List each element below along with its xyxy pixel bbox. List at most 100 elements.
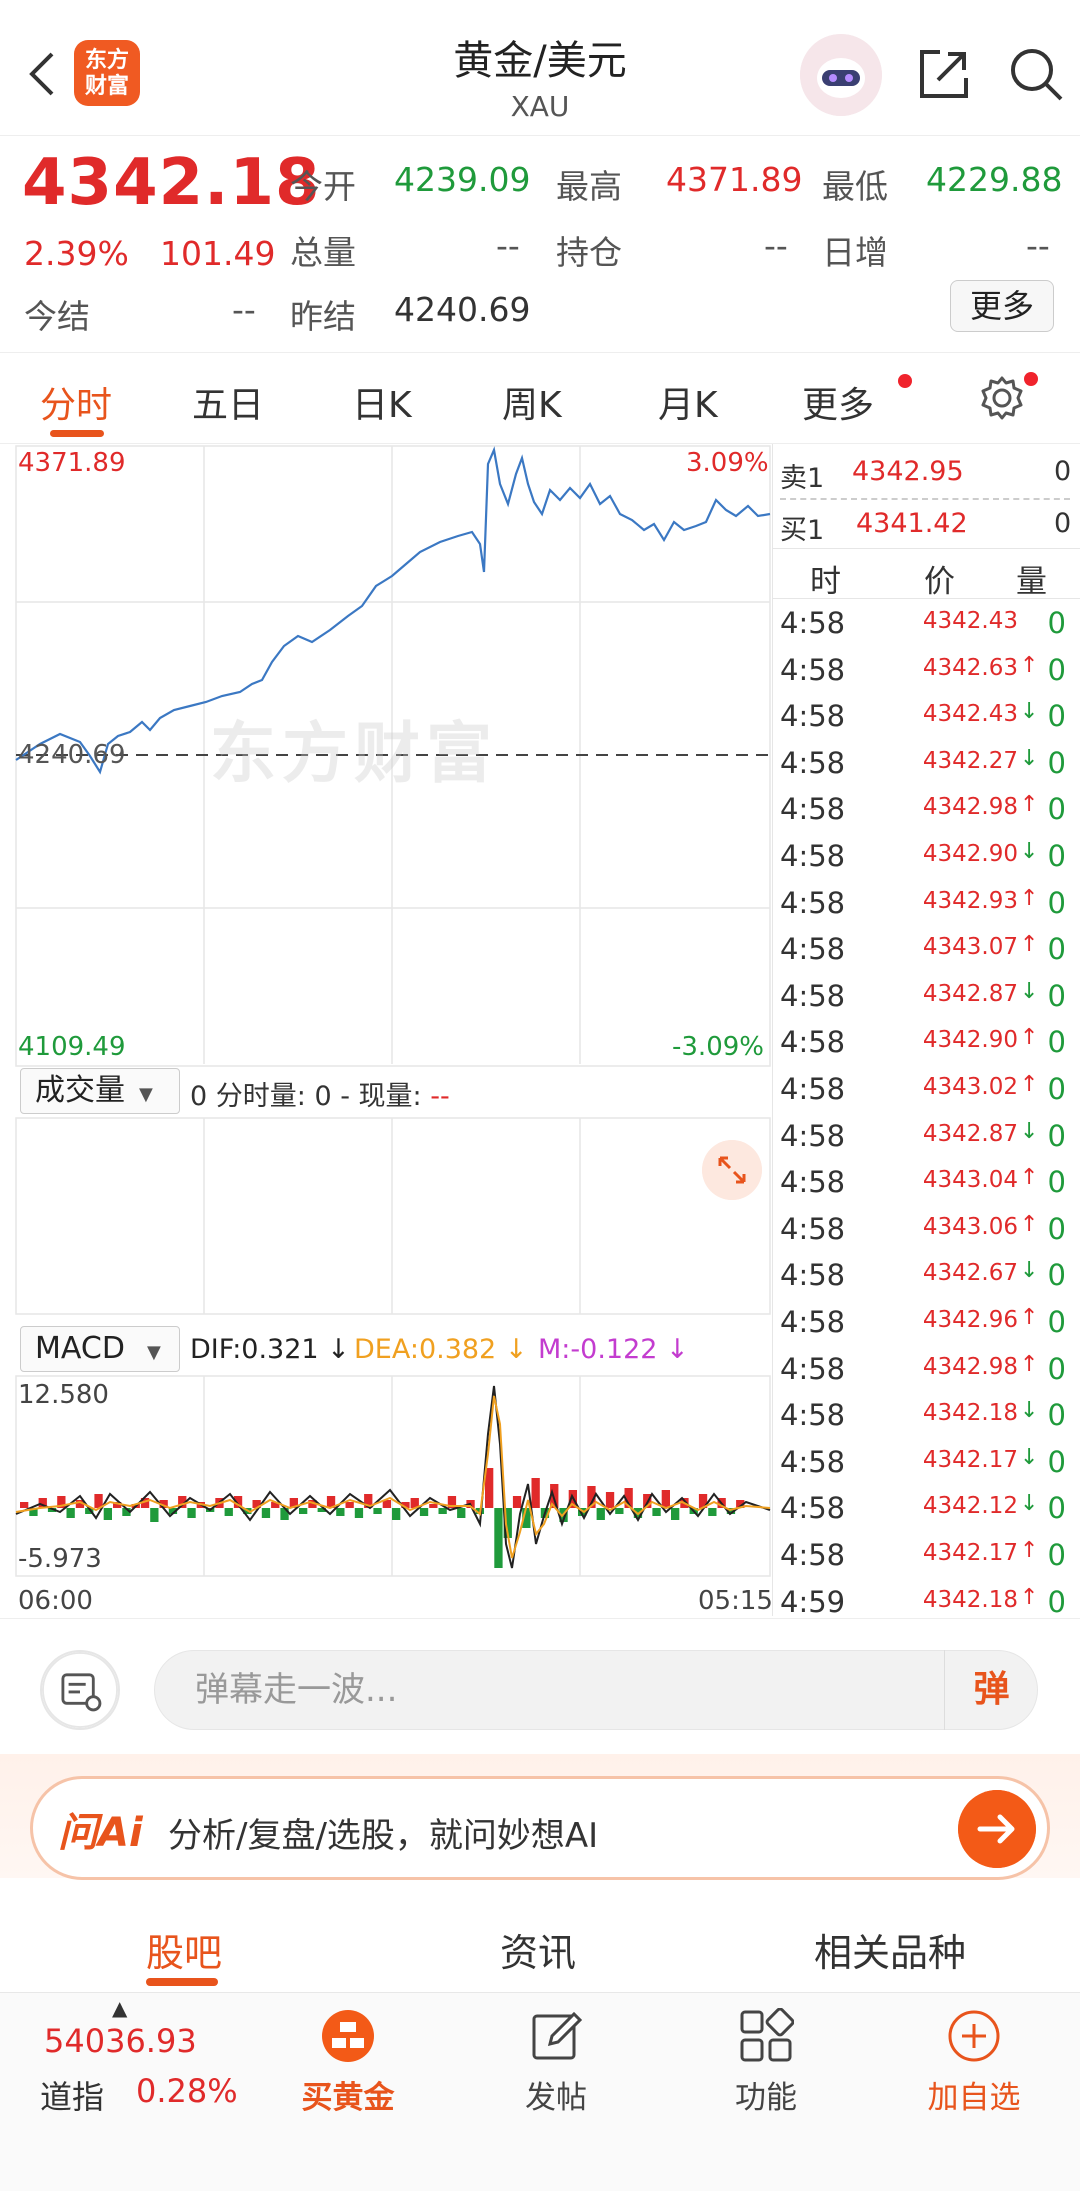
search-icon[interactable]: [1006, 44, 1066, 104]
index-value[interactable]: 54036.93: [44, 2022, 197, 2060]
danmu-input[interactable]: 弹幕走一波...: [154, 1650, 1038, 1730]
tick-row: 4:58 4342.98 ↑ 0: [772, 786, 1080, 832]
tick-price: 4342.87: [922, 980, 1018, 1007]
tick-volume: 0: [1047, 1025, 1066, 1060]
tab-daily-k[interactable]: 日K: [352, 376, 412, 428]
macd-indicator-select[interactable]: MACD ▼: [20, 1326, 180, 1372]
macd-bar: [652, 1508, 661, 1516]
grid-function-icon[interactable]: [738, 2008, 794, 2064]
tick-volume: 0: [1047, 1444, 1066, 1479]
position-label: 持仓: [556, 233, 622, 272]
volume-label: 总量: [290, 233, 356, 272]
tick-time: 4:58: [780, 1165, 846, 1200]
tick-volume: 0: [1047, 1305, 1066, 1339]
tick-price: 4342.27: [922, 747, 1018, 774]
ai-prompt-text: 分析/复盘/选股，就问妙想AI: [168, 1816, 599, 1856]
tick-row: 4:58 4342.90 ↓ 0: [772, 833, 1080, 879]
tick-time: 4:58: [780, 606, 846, 640]
back-arrow-icon[interactable]: [22, 48, 62, 100]
quote-more-button[interactable]: 更多: [950, 280, 1054, 332]
tick-time: 4:58: [780, 1398, 846, 1433]
arrow-right-icon[interactable]: [958, 1790, 1036, 1868]
last-price: 4342.18: [22, 146, 321, 220]
tab-guba[interactable]: 股吧: [146, 1922, 222, 1977]
open-label: 今开: [290, 167, 356, 206]
high-label: 最高: [556, 167, 622, 206]
orderbook-divider: [780, 498, 1070, 500]
macd-bar: [373, 1508, 382, 1514]
tick-volume: 0: [1047, 792, 1066, 827]
tick-row: 4:58 4343.02 ↑ 0: [772, 1066, 1080, 1112]
bid-label: 买1: [780, 515, 825, 546]
ticks-header-price: 价: [924, 564, 955, 600]
tick-time: 4:58: [780, 839, 846, 873]
ask-price: 4342.95: [852, 456, 964, 487]
index-percent: 0.28%: [136, 2072, 238, 2110]
tick-row: 4:58 4343.04 ↑ 0: [772, 1159, 1080, 1205]
danmu-toggle-button[interactable]: 弹: [944, 1650, 1038, 1730]
tick-up-arrow-icon: ↑: [1020, 932, 1039, 958]
tick-time: 4:58: [780, 745, 846, 780]
danmu-settings-icon[interactable]: [40, 1650, 120, 1730]
nav-post[interactable]: 发帖: [476, 2072, 636, 2117]
share-icon[interactable]: [914, 44, 974, 104]
tab-more[interactable]: 更多: [802, 376, 874, 428]
page-title: 黄金/美元: [453, 38, 627, 84]
tab-related[interactable]: 相关品种: [814, 1922, 966, 1977]
tick-volume: 0: [1047, 1584, 1066, 1619]
macd-bar: [419, 1508, 429, 1516]
tab-five-day[interactable]: 五日: [192, 376, 264, 428]
macd-bar: [494, 1508, 503, 1568]
ai-robot-avatar-icon[interactable]: [800, 34, 882, 116]
nav-function[interactable]: 功能: [686, 2072, 846, 2117]
tick-time: 4:59: [780, 1584, 846, 1619]
tick-volume: 0: [1047, 745, 1066, 780]
tick-down-arrow-icon: ↓: [1020, 839, 1039, 864]
gear-icon[interactable]: [978, 374, 1026, 422]
volume-indicator-select[interactable]: 成交量 ▼: [20, 1068, 180, 1114]
position-value: --: [764, 226, 788, 265]
bid-volume: 0: [1054, 508, 1072, 539]
add-circle-icon[interactable]: [946, 2008, 1002, 2064]
tick-time: 4:58: [780, 978, 846, 1013]
tab-weekly-k[interactable]: 周K: [502, 376, 562, 428]
tick-up-arrow-icon: ↑: [1020, 1538, 1039, 1563]
volume-current-value: --: [430, 1081, 450, 1112]
tick-time: 4:58: [780, 1025, 846, 1060]
tick-volume: 0: [1047, 1211, 1066, 1246]
intraday-chart[interactable]: [0, 444, 772, 1618]
settings-notification-dot: [1024, 372, 1038, 386]
change-percent: 2.39%: [24, 234, 129, 273]
tab-news[interactable]: 资讯: [500, 1922, 576, 1977]
tick-up-arrow-icon: ↑: [1020, 652, 1039, 678]
tick-time: 4:58: [780, 652, 846, 687]
settle-value: --: [232, 290, 256, 329]
volume-info-text: 0 分时量: 0 - 现量:: [190, 1081, 431, 1112]
settle-label: 今结: [24, 297, 90, 336]
ticks-list-divider: [772, 598, 1080, 599]
tick-volume: 0: [1047, 1258, 1066, 1293]
macd-dif-line: [15, 1385, 771, 1569]
tick-volume: 0: [1047, 1165, 1066, 1200]
buy-gold-icon[interactable]: [320, 2008, 376, 2064]
macd-dif: DIF:0.321 ↓: [190, 1334, 350, 1365]
macd-bar: [336, 1508, 345, 1516]
tab-monthly-k[interactable]: 月K: [658, 376, 718, 428]
edit-post-icon[interactable]: [528, 2008, 584, 2064]
chart-bottom-price: 4109.49: [18, 1032, 126, 1062]
low-label: 最低: [822, 167, 888, 206]
tick-price: 4342.87: [922, 1120, 1018, 1147]
tick-up-arrow-icon: ↑: [1020, 1305, 1039, 1330]
bid-price: 4341.42: [856, 508, 968, 539]
tick-volume: 0: [1047, 1118, 1066, 1153]
nav-add-watchlist[interactable]: 加自选: [894, 2072, 1054, 2117]
expand-icon[interactable]: [702, 1140, 762, 1200]
tick-up-arrow-icon: ↑: [1020, 1025, 1039, 1051]
tick-down-arrow-icon: ↓: [1020, 1444, 1039, 1470]
macd-bar: [457, 1508, 466, 1518]
nav-buy-gold[interactable]: 买黄金: [268, 2072, 428, 2117]
tick-price: 4342.63: [922, 654, 1018, 681]
logo-text-top: 东方: [84, 48, 129, 73]
macd-dea: DEA:0.382 ↓: [354, 1334, 528, 1365]
tab-intraday[interactable]: 分时: [40, 376, 112, 428]
